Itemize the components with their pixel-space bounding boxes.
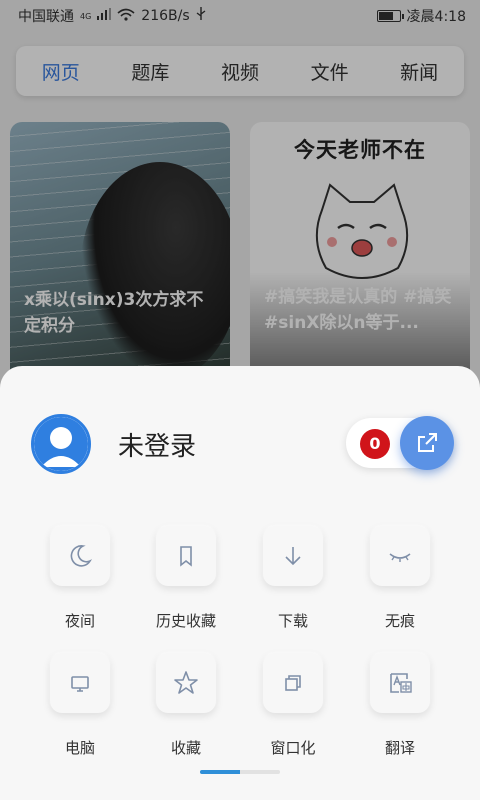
menu-item-favorite[interactable]: 收藏 bbox=[146, 653, 226, 758]
moon-icon bbox=[70, 545, 93, 567]
share-button[interactable] bbox=[400, 416, 454, 470]
menu-item-translate[interactable]: 翻译 bbox=[360, 653, 440, 758]
star-icon bbox=[174, 671, 198, 694]
notification-badge[interactable]: 0 bbox=[360, 429, 390, 459]
closed-eye-icon bbox=[389, 553, 411, 562]
menu-item-window-mode[interactable]: 窗口化 bbox=[253, 653, 333, 758]
menu-item-label: 无痕 bbox=[384, 612, 415, 630]
menu-item-label: 历史收藏 bbox=[155, 612, 216, 630]
translate-icon bbox=[390, 673, 412, 693]
menu-item-download[interactable]: 下载 bbox=[253, 526, 333, 631]
external-link-icon bbox=[418, 433, 437, 452]
login-status-label[interactable]: 未登录 bbox=[118, 426, 196, 463]
window-icon bbox=[285, 675, 301, 691]
menu-item-label: 夜间 bbox=[64, 612, 95, 630]
bookmark-icon bbox=[180, 546, 192, 567]
user-avatar[interactable] bbox=[31, 414, 91, 474]
menu-item-desktop-mode[interactable]: 电脑 bbox=[40, 653, 120, 758]
download-arrow-icon bbox=[285, 547, 301, 566]
menu-item-label: 翻译 bbox=[384, 739, 415, 757]
menu-item-label: 电脑 bbox=[64, 739, 95, 757]
menu-item-history-favorites[interactable]: 历史收藏 bbox=[146, 526, 226, 631]
monitor-icon bbox=[71, 676, 89, 692]
menu-item-incognito[interactable]: 无痕 bbox=[360, 526, 440, 631]
page-indicator bbox=[200, 770, 280, 774]
menu-item-night-mode[interactable]: 夜间 bbox=[40, 526, 120, 631]
message-share-pill: 0 bbox=[346, 416, 454, 470]
menu-item-label: 收藏 bbox=[170, 739, 201, 757]
menu-item-label: 窗口化 bbox=[270, 739, 316, 757]
menu-item-label: 下载 bbox=[277, 612, 308, 630]
user-silhouette-icon bbox=[34, 417, 88, 471]
bottom-sheet-menu: 未登录 0 夜间 历史收藏 下载 无痕 电脑 收藏 窗口化 翻译 bbox=[0, 366, 480, 800]
